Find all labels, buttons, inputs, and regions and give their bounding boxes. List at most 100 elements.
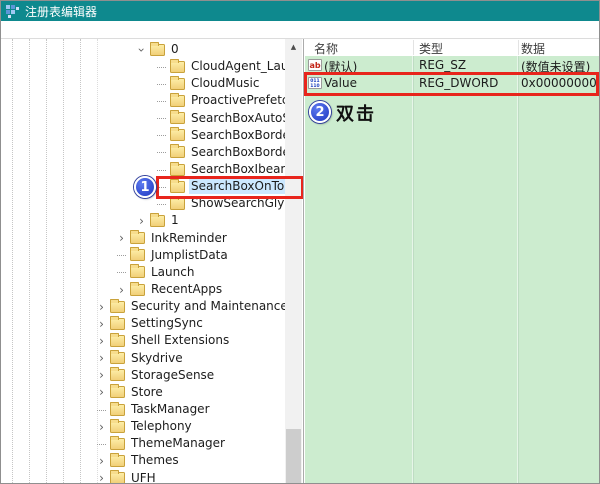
column-header-name[interactable]: 名称 [314, 40, 338, 57]
tree-item[interactable]: Themes [1, 452, 285, 469]
tree-item-label: Shell Extensions [129, 333, 231, 348]
chevron-icon[interactable] [95, 387, 108, 397]
tree-item[interactable]: InkReminder [1, 230, 285, 247]
scrollbar-thumb[interactable] [286, 429, 301, 483]
chevron-icon[interactable] [155, 113, 168, 123]
folder-icon [170, 95, 185, 107]
chevron-icon[interactable] [115, 250, 128, 260]
tree-item[interactable]: SearchBoxBorderCo [1, 127, 285, 144]
menu-item[interactable] [33, 29, 49, 31]
tree-item[interactable]: CloudAgent_LaunchA [1, 58, 285, 75]
tree-item-label: SearchBoxBorderTh [189, 145, 285, 160]
folder-icon [130, 284, 145, 296]
folder-icon [110, 455, 125, 467]
step-2-badge: 2 [309, 101, 331, 123]
chevron-icon[interactable] [155, 79, 168, 89]
chevron-icon[interactable] [115, 233, 128, 243]
chevron-icon[interactable] [95, 405, 108, 415]
folder-icon [110, 352, 125, 364]
tree-item-label: UFH [129, 471, 158, 483]
folder-icon [110, 404, 125, 416]
tree-item[interactable]: Store [1, 384, 285, 401]
column-divider[interactable] [413, 40, 414, 55]
double-click-label: 双击 [336, 100, 376, 126]
values-header: 名称 类型 数据 [305, 39, 599, 56]
column-separator [518, 56, 519, 483]
chevron-icon[interactable] [155, 130, 168, 140]
chevron-icon[interactable] [95, 319, 108, 329]
chevron-icon[interactable] [155, 62, 168, 72]
folder-icon [150, 215, 165, 227]
tree-item[interactable]: StorageSense [1, 367, 285, 384]
folder-icon [130, 249, 145, 261]
tree-item[interactable]: Skydrive [1, 350, 285, 367]
menu-item[interactable] [1, 29, 17, 31]
chevron-icon[interactable] [135, 45, 148, 55]
tree-item[interactable]: Launch [1, 264, 285, 281]
tree-item[interactable]: RecentApps [1, 281, 285, 298]
chevron-icon[interactable] [95, 336, 108, 346]
chevron-icon[interactable] [95, 439, 108, 449]
chevron-icon[interactable] [95, 353, 108, 363]
tree-item[interactable]: ThemeManager [1, 435, 285, 452]
menu-item[interactable] [65, 29, 81, 31]
highlight-box-value-row [304, 72, 599, 96]
tree-item[interactable]: Shell Extensions [1, 332, 285, 349]
menu-item[interactable] [17, 29, 33, 31]
registry-tree-pane: 0 CloudAgent_LaunchA CloudMusic Proactiv… [1, 39, 304, 483]
column-header-data[interactable]: 数据 [521, 40, 545, 57]
window-title: 注册表编辑器 [25, 3, 97, 20]
tree-item-label: SearchBoxIbeamPoi [189, 162, 285, 177]
tree-item[interactable]: SearchBoxAutoSugg [1, 110, 285, 127]
column-header-type[interactable]: 类型 [419, 40, 443, 57]
chevron-icon[interactable] [155, 165, 168, 175]
folder-icon [110, 386, 125, 398]
tree-scrollbar[interactable]: ▲ [285, 39, 302, 483]
chevron-icon[interactable] [95, 456, 108, 466]
tree-item[interactable]: SettingSync [1, 315, 285, 332]
chevron-icon[interactable] [155, 199, 168, 209]
tree-item-label: TaskManager [129, 402, 212, 417]
menu-item[interactable] [49, 29, 65, 31]
tree-item-label: SearchBoxAutoSugg [189, 111, 285, 126]
tree-item[interactable]: TaskManager [1, 401, 285, 418]
tree-item-label: 0 [169, 42, 181, 57]
tree-item[interactable]: UFH [1, 470, 285, 483]
chevron-icon[interactable] [155, 147, 168, 157]
chevron-icon[interactable] [135, 216, 148, 226]
tree-item[interactable]: Telephony [1, 418, 285, 435]
folder-icon [170, 61, 185, 73]
tree-item[interactable]: CloudMusic [1, 75, 285, 92]
tree-item[interactable]: 0 [1, 41, 285, 58]
tree-item[interactable]: JumplistData [1, 247, 285, 264]
chevron-icon[interactable] [95, 370, 108, 380]
values-body: ab (默认) REG_SZ (数值未设置) 011 110 Value REG… [305, 56, 599, 483]
chevron-icon[interactable] [115, 285, 128, 295]
folder-icon [170, 146, 185, 158]
tree-item[interactable]: Security and Maintenance [1, 298, 285, 315]
folder-icon [110, 421, 125, 433]
tree-item[interactable]: ProactivePrefetchInt [1, 92, 285, 109]
chevron-icon[interactable] [115, 267, 128, 277]
chevron-icon[interactable] [155, 96, 168, 106]
tree-item-label: Telephony [129, 419, 194, 434]
tree-item-label: CloudAgent_LaunchA [189, 59, 285, 74]
title-bar[interactable]: 注册表编辑器 [1, 1, 599, 21]
scrollbar-up-icon[interactable]: ▲ [285, 39, 302, 54]
folder-icon [170, 78, 185, 90]
registry-icon [6, 5, 19, 18]
folder-icon [170, 129, 185, 141]
chevron-icon[interactable] [95, 302, 108, 312]
chevron-icon[interactable] [95, 422, 108, 432]
values-pane: 名称 类型 数据 ab (默认) REG_SZ (数值未设置) 011 110 [305, 39, 599, 483]
tree-item[interactable]: 1 [1, 212, 285, 229]
tree-item-label: RecentApps [149, 282, 224, 297]
folder-icon [170, 112, 185, 124]
step-1-badge: 1 [134, 176, 156, 198]
window-body: 0 CloudAgent_LaunchA CloudMusic Proactiv… [1, 39, 599, 483]
tree-item[interactable]: SearchBoxBorderTh [1, 144, 285, 161]
folder-icon [110, 472, 125, 483]
highlight-box-searchboxontop [156, 176, 304, 199]
chevron-icon[interactable] [95, 473, 108, 483]
column-divider[interactable] [518, 40, 519, 55]
